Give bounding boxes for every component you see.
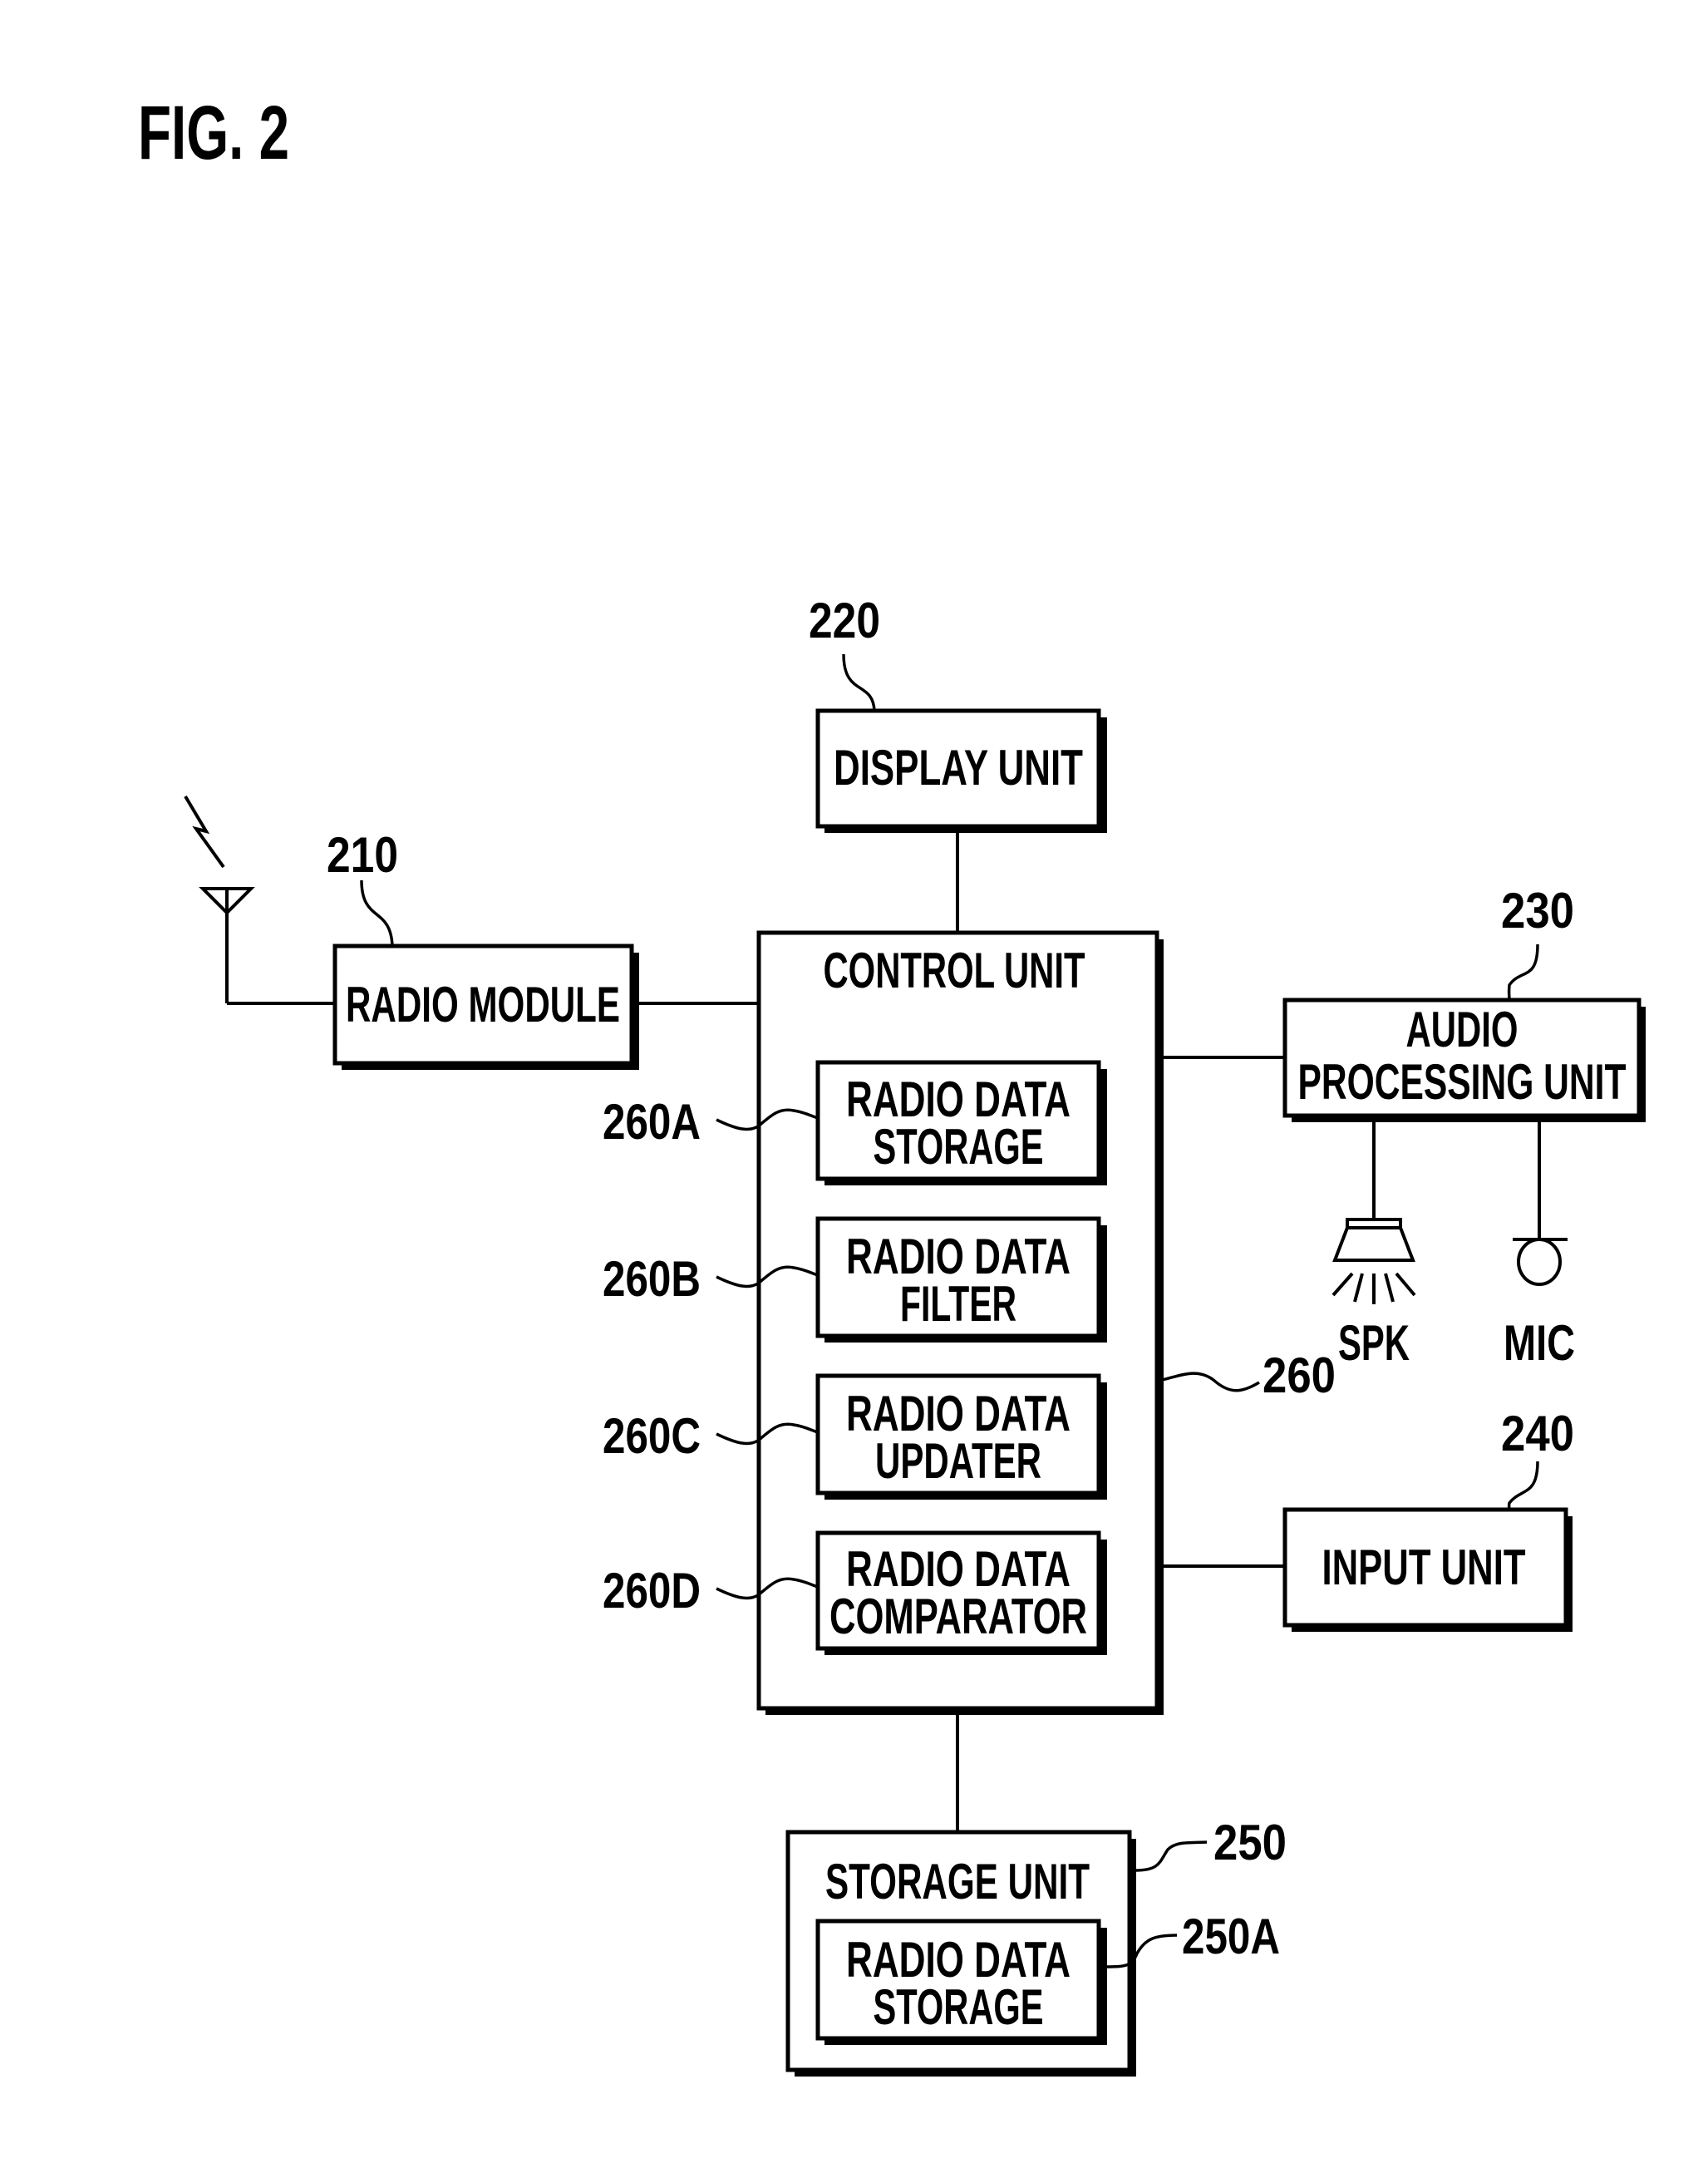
antenna-icon (199, 887, 255, 1003)
leader-230 (1507, 944, 1539, 1001)
leader-210 (360, 879, 394, 947)
ref-250: 250 (1213, 1815, 1287, 1870)
audio-processing-unit-block: AUDIO PROCESSING UNIT (1282, 998, 1646, 1122)
ref-260b: 260B (603, 1251, 701, 1307)
leader-240 (1507, 1461, 1539, 1510)
microphone-label: MIC (1504, 1315, 1575, 1371)
radio-data-comparator-block: RADIO DATA COMPARATOR (815, 1530, 1107, 1655)
radio-data-updater-block: RADIO DATA UPDATER (815, 1373, 1107, 1500)
radio-data-filter-block: RADIO DATA FILTER (815, 1216, 1107, 1343)
ref-220: 220 (809, 593, 880, 648)
microphone-icon (1513, 1238, 1568, 1286)
ref-240: 240 (1501, 1406, 1574, 1461)
audio-processing-unit-line1: AUDIO (1406, 1002, 1518, 1057)
storage-unit-label: STORAGE UNIT (825, 1854, 1090, 1909)
audio-processing-unit-line2: PROCESSING UNIT (1298, 1054, 1627, 1110)
control-unit-label: CONTROL UNIT (824, 943, 1085, 998)
radio-module-label: RADIO MODULE (346, 977, 620, 1032)
ref-250a: 250A (1182, 1909, 1280, 1964)
storage-radio-data-storage-line2: STORAGE (874, 1979, 1044, 2035)
ref-260a: 260A (603, 1094, 701, 1150)
block-diagram: FIG. 2 RADIO MODULE 210 DISPLAY UNIT 220… (138, 91, 1646, 2077)
ref-260: 260 (1263, 1348, 1336, 1403)
display-unit-block: DISPLAY UNIT (815, 708, 1107, 833)
radio-data-comparator-line2: COMPARATOR (829, 1589, 1087, 1644)
radio-data-storage-block: RADIO DATA STORAGE (815, 1060, 1107, 1185)
figure-title: FIG. 2 (138, 91, 289, 175)
lightning-icon (184, 795, 225, 869)
speaker-label: SPK (1338, 1315, 1410, 1371)
storage-radio-data-storage-block: RADIO DATA STORAGE (815, 1919, 1107, 2045)
leader-260 (1161, 1372, 1260, 1392)
ref-230: 230 (1501, 883, 1574, 939)
ref-210: 210 (327, 827, 398, 883)
leader-250 (1135, 1840, 1208, 1872)
radio-data-updater-line2: UPDATER (875, 1433, 1041, 1489)
input-unit-block: INPUT UNIT (1282, 1507, 1573, 1632)
radio-data-filter-line2: FILTER (900, 1276, 1016, 1332)
ref-260d: 260D (603, 1563, 701, 1618)
ref-260c: 260C (603, 1408, 701, 1464)
speaker-icon (1331, 1218, 1416, 1304)
radio-data-storage-line2: STORAGE (874, 1119, 1044, 1175)
display-unit-label: DISPLAY UNIT (834, 740, 1083, 796)
input-unit-label: INPUT UNIT (1322, 1540, 1526, 1595)
leader-220 (842, 653, 876, 712)
radio-module-block: RADIO MODULE (332, 944, 639, 1070)
